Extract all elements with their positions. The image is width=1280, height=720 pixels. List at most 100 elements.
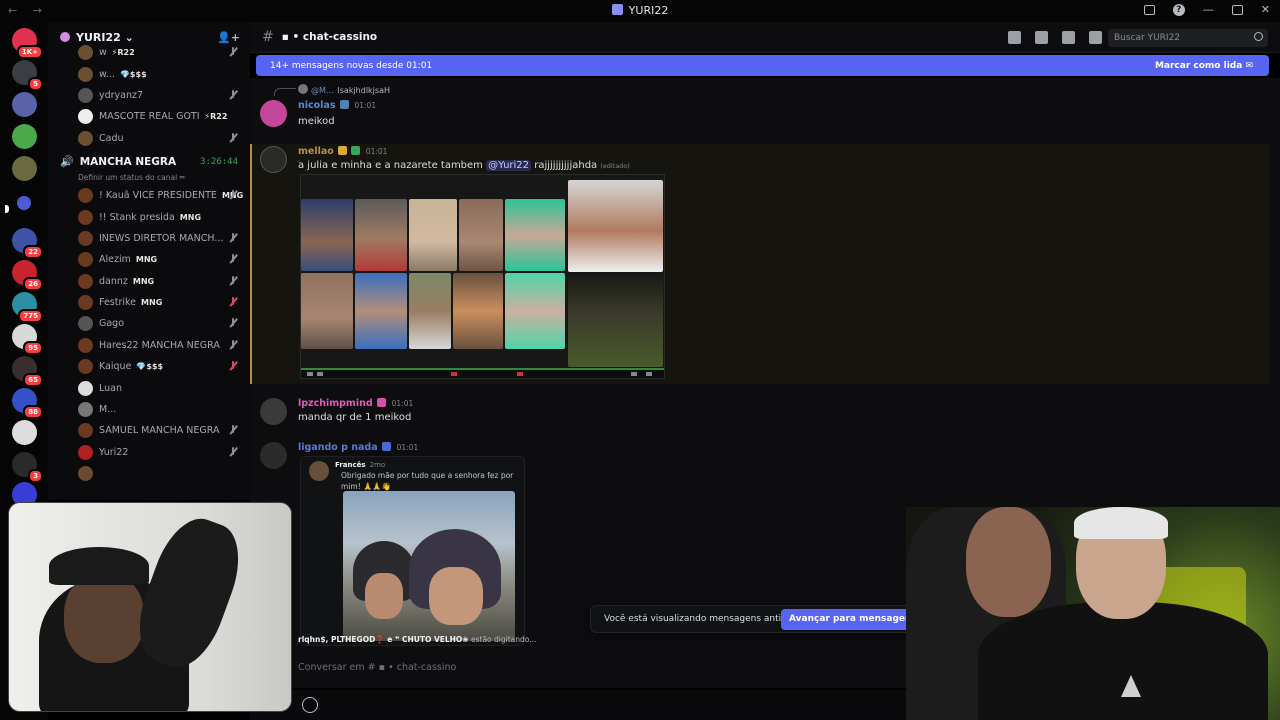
voice-user[interactable]: dannz MNG <box>48 271 250 292</box>
guild-icon <box>60 32 70 42</box>
attachment-image-tile <box>301 273 353 349</box>
voice-user[interactable]: Cadu <box>48 128 250 149</box>
user-tag: ⚡R22 <box>204 112 228 122</box>
message: lpzchimpmind 01:01 manda qr de 1 meikod <box>250 396 1280 432</box>
server-icon[interactable] <box>12 92 37 117</box>
user-mention[interactable]: @Yuri22 <box>486 160 532 171</box>
voice-user-name: ! Kauã VICE PRESIDENTE <box>99 190 217 202</box>
photo-face-right <box>429 567 483 625</box>
voice-user[interactable] <box>48 463 250 484</box>
reply-connector <box>274 88 296 96</box>
server-icon[interactable]: 26 <box>12 260 43 291</box>
server-icon[interactable] <box>12 124 37 149</box>
notification-bell-icon[interactable] <box>1035 31 1048 44</box>
voice-user-name: w... <box>99 68 115 80</box>
avatar <box>78 66 93 82</box>
voice-user[interactable]: Alezim MNG <box>48 249 250 270</box>
reply-preview[interactable]: @M... lsakjhdlkjsaH <box>298 84 390 95</box>
avatar <box>78 188 93 204</box>
user-tag: 💎$$$ <box>119 69 147 79</box>
voice-user[interactable]: INEWS DIRETOR MANCH... <box>48 228 250 249</box>
server-icon[interactable]: 3 <box>12 452 43 483</box>
message-author[interactable]: ligando p nada 01:01 <box>298 442 418 453</box>
new-messages-banner[interactable]: 14+ mensagens novas desde 01:01 Marcar c… <box>256 55 1269 76</box>
attachment-image-tile <box>568 275 663 367</box>
reply-author: @M... <box>311 86 334 95</box>
server-icon[interactable]: 1K+ <box>12 28 43 59</box>
avatar[interactable] <box>260 442 287 469</box>
avatar <box>78 380 93 396</box>
message: @M... lsakjhdlkjsaH nicolas 01:01 meikod <box>250 84 1280 134</box>
voice-user[interactable]: Luan <box>48 377 250 398</box>
forward-avatar <box>309 461 329 481</box>
voice-user-name: Alezim <box>99 254 131 266</box>
video-player-controls[interactable] <box>301 368 664 378</box>
server-icon[interactable]: 775 <box>12 292 43 323</box>
voice-user[interactable]: Festrike MNG <box>48 292 250 313</box>
user-tag: 💎$$$ <box>136 362 164 372</box>
voice-user-name: Gago <box>99 318 125 330</box>
message-timestamp: 01:01 <box>354 101 377 110</box>
help-icon[interactable]: ? <box>1172 3 1185 16</box>
attachment-image-tile <box>568 180 663 272</box>
search-input[interactable]: Buscar YURI22 <box>1108 29 1268 47</box>
voice-user[interactable]: M... <box>48 399 250 420</box>
emoji-icon[interactable] <box>302 697 318 713</box>
muted-mic-icon <box>228 232 238 243</box>
voice-user[interactable]: ! Kauã VICE PRESIDENTE MNG <box>48 185 250 206</box>
voice-user-name: ydryanz7 <box>99 89 144 101</box>
attachment-image-tile <box>355 199 407 271</box>
channel-status[interactable]: Definir um status do canal ✏ <box>48 173 250 185</box>
message-text-part: rajjjjjjjjjjahda <box>531 160 598 171</box>
voice-user[interactable]: MASCOTE REAL GOTI ⚡R22 <box>48 106 250 127</box>
image-attachment[interactable] <box>300 174 665 379</box>
voice-user[interactable]: w ⚡R22 <box>48 42 250 63</box>
message-text: meikod <box>298 116 335 127</box>
close-button[interactable]: ✕ <box>1261 3 1270 16</box>
server-icon[interactable]: 5 <box>12 60 43 91</box>
message-author[interactable]: nicolas 01:01 <box>298 100 376 111</box>
message-author[interactable]: lpzchimpmind 01:01 <box>298 398 413 409</box>
server-icon[interactable] <box>12 156 37 181</box>
maximize-button[interactable] <box>1231 4 1243 15</box>
voice-user[interactable]: ydryanz7 <box>48 85 250 106</box>
voice-user[interactable]: Kaique 💎$$$ <box>48 356 250 377</box>
threads-icon[interactable] <box>1008 31 1021 44</box>
forward-photo[interactable] <box>343 491 515 641</box>
member-list-icon[interactable] <box>1089 31 1102 44</box>
webcam-overlay-left <box>8 502 292 712</box>
server-icon[interactable]: 65 <box>12 356 43 387</box>
server-icon[interactable]: 88 <box>12 388 43 419</box>
voice-user[interactable]: w... 💎$$$ <box>48 63 250 84</box>
voice-user[interactable]: !! Stank presida MNG <box>48 206 250 227</box>
inbox-icon[interactable] <box>1143 4 1155 15</box>
voice-user[interactable]: Hares22 MANCHA NEGRA <box>48 335 250 356</box>
message-author[interactable]: mellao 01:01 <box>298 146 387 157</box>
forwarded-message-card[interactable]: Francês 2mo Obrigado mãe por tudo que a s… <box>300 456 525 646</box>
server-icon[interactable] <box>5 196 31 213</box>
attachment-image-tile <box>453 273 503 349</box>
webcam-person-left-face <box>966 507 1051 617</box>
photo-face-left <box>365 573 403 619</box>
avatar <box>78 444 93 460</box>
avatar <box>78 87 93 103</box>
voice-user[interactable]: SAMUEL MANCHA NEGRA <box>48 420 250 441</box>
avatar[interactable] <box>260 146 287 173</box>
channel-sidebar: YURI22 ⌄ 👤+ w ⚡R22 w... 💎$$$ ydryanz7 MASCOTE… <box>48 22 250 500</box>
mark-as-read-button[interactable]: Marcar como lida ✉ <box>1155 61 1253 71</box>
avatar[interactable] <box>260 100 287 127</box>
unread-badge: 1K+ <box>16 45 43 59</box>
server-icon[interactable] <box>12 420 37 445</box>
avatar <box>78 295 93 311</box>
avatar[interactable] <box>260 398 287 425</box>
voice-user[interactable]: Yuri22 <box>48 442 250 463</box>
forward-text: Obrigado mãe por tudo que a senhora fez … <box>341 471 514 491</box>
minimize-button[interactable]: — <box>1203 3 1214 16</box>
voice-channel-mancha-negra[interactable]: 🔊 MANCHA NEGRA 3:26:44 <box>48 151 250 173</box>
server-icon[interactable]: 95 <box>12 324 43 355</box>
pin-icon[interactable] <box>1062 31 1075 44</box>
message-timestamp: 01:01 <box>391 399 414 408</box>
title-bar: ← → YURI22 ? — ✕ <box>0 0 1280 22</box>
voice-user[interactable]: Gago <box>48 313 250 334</box>
server-icon[interactable]: 22 <box>12 228 43 259</box>
